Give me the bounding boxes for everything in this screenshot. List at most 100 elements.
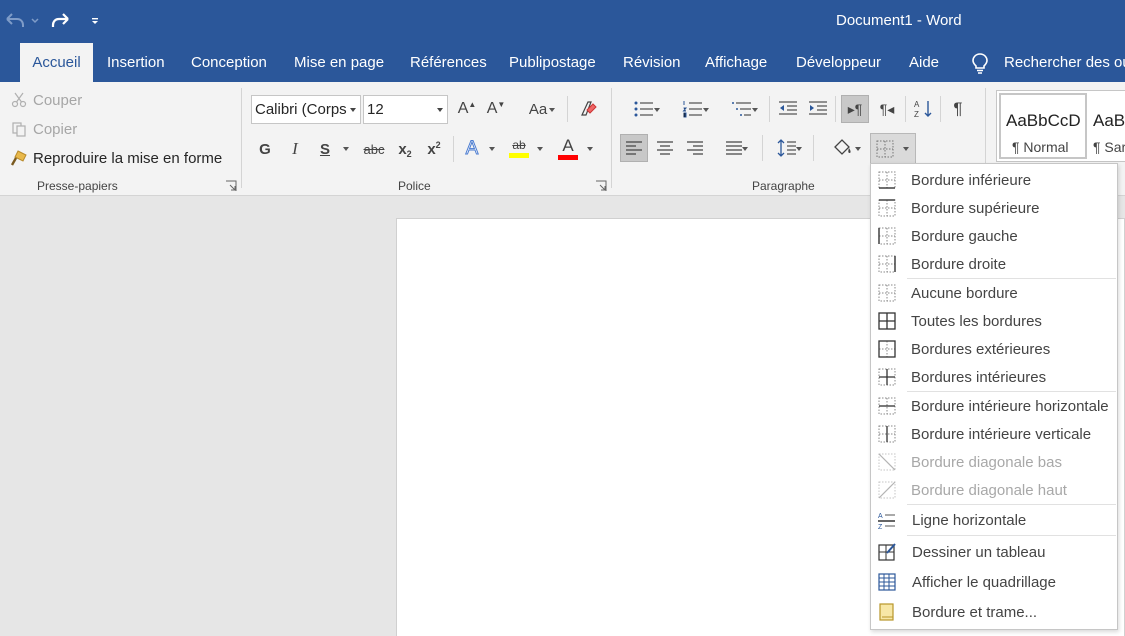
- menu-item-left-border[interactable]: Bordure gauche: [872, 222, 1117, 250]
- menu-item-no-border[interactable]: Aucune bordure: [872, 279, 1117, 307]
- show-formatting-marks-button[interactable]: ¶: [945, 95, 971, 123]
- multilevel-list-button[interactable]: [720, 95, 764, 123]
- justify-button[interactable]: [712, 134, 756, 162]
- menu-item-inside-vertical-border[interactable]: Bordure intérieure verticale: [872, 420, 1117, 448]
- group-separator: [611, 88, 612, 188]
- tab-affichage[interactable]: Affichage: [705, 43, 767, 82]
- top-border-icon: [878, 199, 896, 217]
- tab-references[interactable]: Références: [410, 43, 487, 82]
- tab-aide[interactable]: Aide: [909, 43, 939, 82]
- customize-quick-access-button[interactable]: [86, 9, 104, 33]
- cut-label: Couper: [33, 91, 83, 109]
- borders-and-shading-icon: [879, 603, 894, 621]
- subscript-button[interactable]: x2: [393, 136, 417, 162]
- subscript-mark: 2: [406, 148, 412, 159]
- align-right-button[interactable]: [682, 134, 708, 162]
- mini-separator: [813, 135, 814, 161]
- menu-item-label: Bordure intérieure verticale: [911, 425, 1092, 443]
- align-center-button[interactable]: [652, 134, 678, 162]
- file-tab-edge[interactable]: [0, 43, 6, 82]
- increase-indent-button[interactable]: [805, 95, 831, 123]
- menu-item-outside-borders[interactable]: Bordures extérieures: [872, 335, 1117, 363]
- chevron-down-icon: [654, 108, 660, 112]
- lightbulb-icon: [972, 52, 988, 74]
- chevron-down-icon[interactable]: [343, 147, 349, 151]
- chevron-down-icon[interactable]: [587, 147, 593, 151]
- strikethrough-button[interactable]: abc: [361, 136, 387, 162]
- menu-item-inside-borders[interactable]: Bordures intérieures: [872, 363, 1117, 391]
- justify-icon: [726, 141, 742, 155]
- menu-item-inside-horizontal-border[interactable]: Bordure intérieure horizontale: [872, 392, 1117, 420]
- tab-conception[interactable]: Conception: [191, 43, 267, 82]
- font-family-combo[interactable]: Calibri (Corps: [251, 95, 361, 124]
- menu-item-label: Dessiner un tableau: [912, 543, 1046, 561]
- align-left-button[interactable]: [620, 134, 648, 162]
- bold-button[interactable]: G: [254, 136, 276, 162]
- chevron-down-icon[interactable]: [537, 147, 543, 151]
- font-dialog-launcher-icon[interactable]: [595, 180, 607, 192]
- menu-item-right-border[interactable]: Bordure droite: [872, 250, 1117, 278]
- decrease-indent-button[interactable]: [775, 95, 801, 123]
- menu-item-top-border[interactable]: Bordure supérieure: [872, 194, 1117, 222]
- menu-item-bottom-border[interactable]: Bordure inférieure: [872, 166, 1117, 194]
- styles-gallery: AaBbCcD ¶ Normal AaBb ¶ Sar: [996, 90, 1125, 162]
- draw-table-icon: [878, 543, 896, 561]
- bottom-border-icon: [878, 171, 896, 189]
- text-effects-button[interactable]: A: [459, 136, 485, 162]
- numbering-button[interactable]: [671, 95, 715, 123]
- menu-item-view-gridlines[interactable]: Afficher le quadrillage: [872, 567, 1117, 597]
- outside-borders-icon: [878, 340, 896, 358]
- menu-item-draw-table[interactable]: Dessiner un tableau: [872, 537, 1117, 567]
- tab-developpeur[interactable]: Développeur: [796, 43, 881, 82]
- grow-font-button[interactable]: A ▲: [456, 97, 478, 121]
- rtl-text-button[interactable]: ¶◂: [873, 95, 901, 123]
- tab-publipostage[interactable]: Publipostage: [509, 43, 596, 82]
- menu-item-borders-and-shading[interactable]: Bordure et trame...: [872, 597, 1117, 627]
- tab-revision[interactable]: Révision: [623, 43, 681, 82]
- underline-button[interactable]: S: [314, 136, 336, 162]
- clear-formatting-button[interactable]: [576, 96, 600, 122]
- chevron-down-icon: [752, 108, 758, 112]
- style-name: ¶ Normal: [1012, 139, 1069, 155]
- sort-button[interactable]: AZ: [910, 95, 936, 123]
- change-case-button[interactable]: Aa: [519, 97, 557, 121]
- line-spacing-button[interactable]: [767, 134, 807, 162]
- style-normal[interactable]: AaBbCcD ¶ Normal: [999, 93, 1087, 159]
- style-no-spacing[interactable]: AaBb ¶ Sar: [1089, 93, 1125, 159]
- copy-button[interactable]: Copier: [10, 117, 77, 141]
- menu-item-all-borders[interactable]: Toutes les bordures: [872, 307, 1117, 335]
- shrink-font-button[interactable]: A ▼: [485, 97, 507, 121]
- mini-separator: [567, 96, 568, 122]
- borders-button[interactable]: [870, 133, 916, 164]
- menu-item-label: Ligne horizontale: [912, 511, 1027, 529]
- ltr-text-button[interactable]: ▸¶: [841, 95, 869, 123]
- highlight-color-swatch: [509, 153, 529, 158]
- format-painter-button[interactable]: Reproduire la mise en forme: [10, 146, 222, 170]
- clipboard-dialog-launcher-icon[interactable]: [225, 180, 237, 192]
- tab-insertion[interactable]: Insertion: [107, 43, 165, 82]
- font-size-combo[interactable]: 12: [363, 95, 448, 124]
- undo-button[interactable]: [2, 9, 42, 33]
- chevron-down-icon: [703, 108, 709, 112]
- italic-button[interactable]: I: [284, 136, 306, 162]
- title-bar: Document1 - Word: [0, 0, 1125, 43]
- tab-accueil[interactable]: Accueil: [20, 43, 93, 82]
- tell-me-search[interactable]: Rechercher des ou: [970, 43, 1125, 82]
- mini-separator: [940, 96, 941, 122]
- redo-button[interactable]: [48, 9, 74, 33]
- align-left-icon: [626, 141, 642, 155]
- right-border-icon: [878, 255, 896, 273]
- highlight-button[interactable]: ab: [505, 134, 533, 162]
- menu-item-horizontal-line[interactable]: AZ Ligne horizontale: [872, 505, 1117, 535]
- bullets-button[interactable]: [622, 95, 666, 123]
- shading-button[interactable]: [822, 134, 864, 162]
- tab-mise-en-page[interactable]: Mise en page: [294, 43, 384, 82]
- group-separator: [241, 88, 242, 188]
- chevron-down-icon[interactable]: [489, 147, 495, 151]
- cut-button[interactable]: Couper: [10, 88, 82, 112]
- chevron-down-icon: [549, 108, 555, 112]
- style-sample: AaBb: [1093, 111, 1125, 130]
- superscript-button[interactable]: x2: [422, 136, 446, 162]
- grow-font-icon: A: [457, 100, 469, 117]
- font-color-button[interactable]: A: [555, 134, 581, 162]
